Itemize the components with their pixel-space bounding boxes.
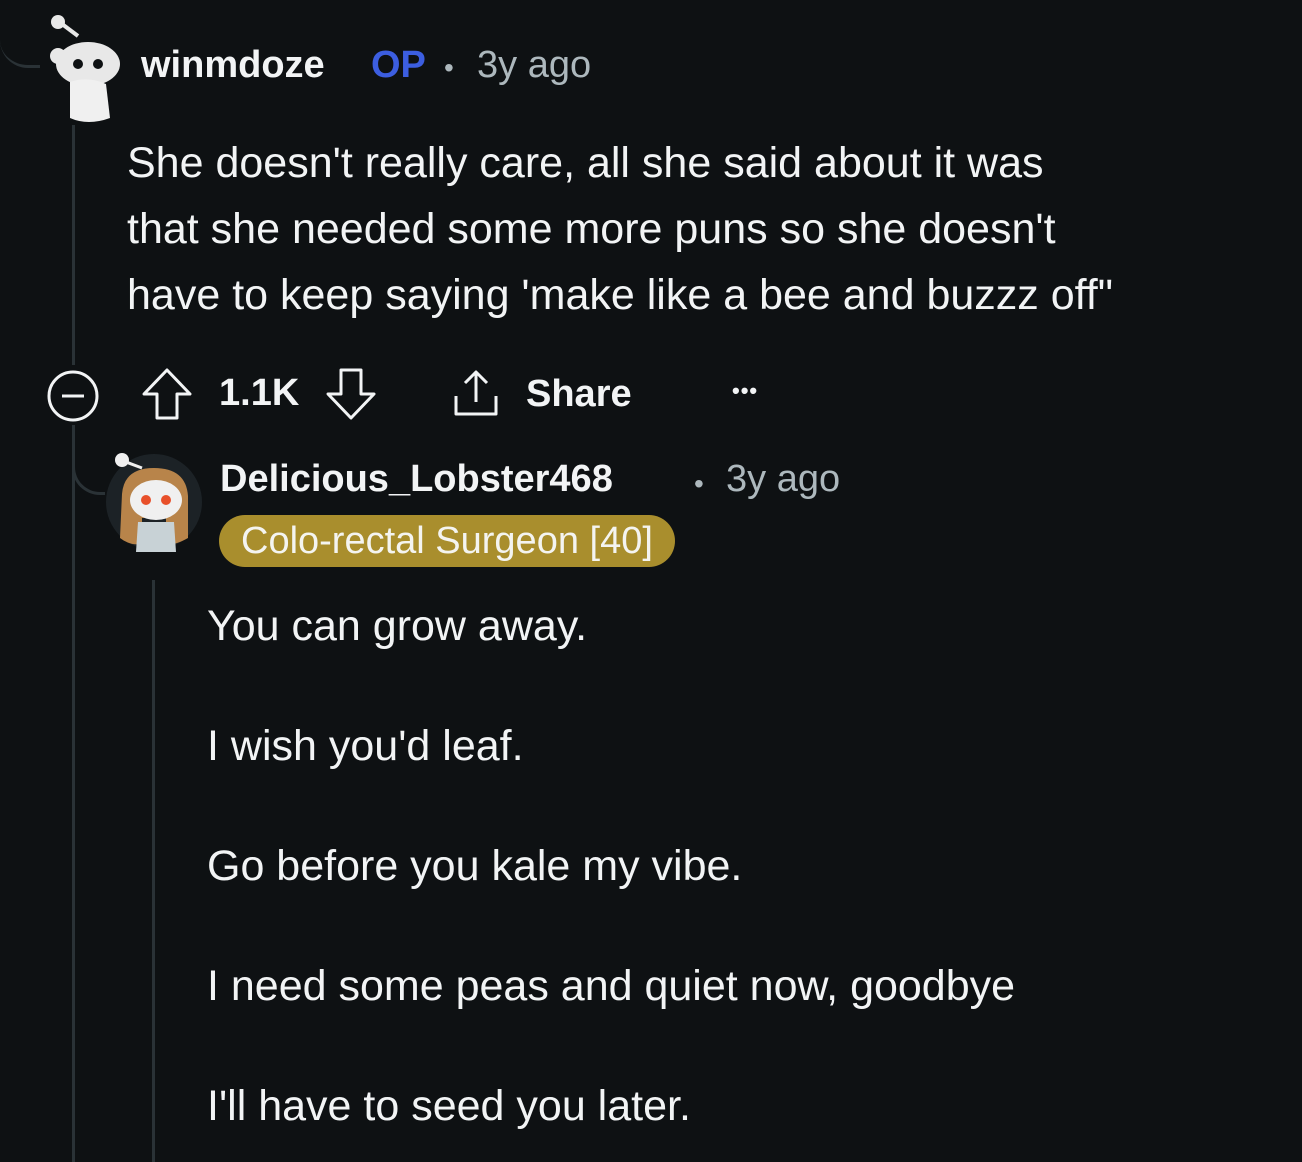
comment-body-line-1: She doesn't really care, all she said ab… [127,139,1044,187]
user-avatar-delicious-lobster[interactable] [104,448,204,552]
vote-count: 1.1K [219,372,300,414]
collapse-minus-icon [47,370,99,422]
reply-author[interactable]: Delicious_Lobster468 [220,458,613,501]
collapse-button[interactable] [46,369,100,423]
snoo-avatar-icon [50,15,120,122]
share-button[interactable]: Share [448,366,632,422]
thread-connector-top [0,0,40,68]
reply-paragraph-3: Go before you kale my vibe. [207,842,743,890]
comment-body-line-3: have to keep saying 'make like a bee and… [127,271,1114,319]
more-options-icon[interactable]: ••• [732,378,758,404]
reply-meta-separator: • [694,468,704,499]
share-label: Share [526,372,632,415]
user-avatar-winmdoze[interactable] [40,14,120,122]
comment-timestamp[interactable]: 3y ago [477,44,591,87]
upvote-arrow-icon [142,368,192,420]
thread-line-main [72,125,75,365]
downvote-button[interactable] [324,366,378,422]
thread-connector-reply [72,440,105,495]
thread-line-reply [152,580,155,1162]
reply-paragraph-4: I need some peas and quiet now, goodbye [207,962,1016,1010]
meta-separator: • [444,52,454,83]
reply-paragraph-5: I'll have to seed you later. [207,1082,691,1130]
thread-line-main-lower [72,425,75,1162]
op-badge: OP [371,44,426,86]
share-upload-icon [454,370,498,416]
downvote-arrow-icon [326,368,376,420]
reply-timestamp[interactable]: 3y ago [726,458,840,501]
snoo-custom-avatar-icon [106,453,202,552]
reply-paragraph-1: You can grow away. [207,602,588,650]
user-flair-badge: Colo-rectal Surgeon [40] [219,515,675,567]
comment-body-line-2: that she needed some more puns so she do… [127,205,1056,253]
comment-author[interactable]: winmdoze [141,44,325,87]
upvote-button[interactable] [140,366,194,422]
reply-paragraph-2: I wish you'd leaf. [207,722,524,770]
